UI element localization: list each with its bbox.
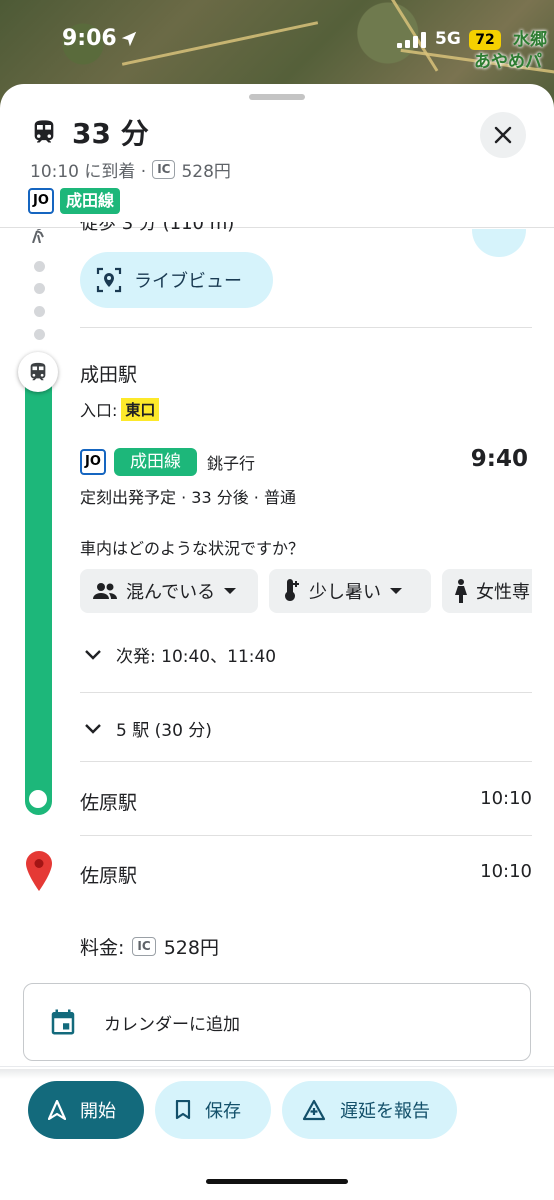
chevron-down-icon: [85, 649, 101, 660]
location-arrow-icon: [121, 31, 137, 47]
start-label: 開始: [80, 1101, 116, 1122]
intermediate-stops-expander[interactable]: 5 駅 (30 分): [84, 716, 212, 741]
home-indicator: [206, 1179, 348, 1184]
next-departures-expander[interactable]: 次発: 10:40、11:40: [84, 642, 276, 667]
crowding-question: 車内はどのような状況ですか？: [80, 539, 305, 558]
chip-temperature-label: 少し暑い: [309, 582, 381, 603]
walk-duration: 徒歩 3 分 (110 m): [80, 222, 235, 234]
feedback-chips: 混んでいる 少し暑い 女性専: [80, 569, 532, 615]
line-code-badge: JO: [28, 188, 54, 214]
train-icon: [34, 120, 54, 143]
walk-dot: [34, 283, 45, 294]
entrance-label: 入口:: [80, 401, 118, 420]
close-button[interactable]: [480, 112, 526, 158]
chevron-down-icon: [390, 588, 402, 594]
add-to-calendar-label: カレンダーに追加: [104, 1014, 240, 1035]
boarding-station[interactable]: 成田駅: [80, 360, 137, 387]
line-code-badge: JO: [80, 449, 106, 475]
chip-women-only[interactable]: 女性専: [442, 569, 532, 613]
show-map-button[interactable]: [472, 229, 526, 257]
chip-crowded[interactable]: 混んでいる: [80, 569, 258, 613]
status-bar: 9:06 5G 72: [0, 26, 554, 56]
train-destination: 銚子行: [207, 454, 256, 473]
bookmark-icon: [175, 1100, 191, 1120]
section-divider: [80, 835, 532, 836]
line-tags: JO 成田線: [28, 188, 121, 214]
departure-time: 9:40: [470, 446, 528, 472]
fare-row: 料金: IC 528円: [80, 933, 219, 960]
fare-label: 料金:: [80, 937, 125, 959]
alight-stop-marker: [29, 790, 47, 808]
alighting-station[interactable]: 佐原駅: [80, 788, 137, 815]
line-name-pill: 成田線: [60, 188, 121, 214]
action-bar-shadow: [0, 1069, 554, 1079]
people-icon: [93, 583, 117, 599]
walk-icon: [32, 229, 44, 243]
arrival-time: 10:10 に到着 ·: [30, 162, 147, 182]
train-stop-marker: [18, 352, 58, 392]
woman-icon: [455, 579, 467, 603]
arrival-summary: 10:10 に到着 · IC 528円: [30, 157, 231, 182]
close-icon: [494, 126, 512, 144]
report-delay-button[interactable]: 遅延を報告: [282, 1081, 457, 1139]
drag-handle[interactable]: [249, 94, 305, 100]
chip-temperature[interactable]: 少し暑い: [269, 569, 431, 613]
departure-info: 定刻出発予定 · 33 分後 · 普通: [80, 488, 296, 507]
report-delay-label: 遅延を報告: [340, 1101, 430, 1122]
live-view-icon: [96, 267, 122, 293]
add-to-calendar-button[interactable]: カレンダーに追加: [23, 983, 531, 1061]
next-departures-text: 次発: 10:40、11:40: [116, 647, 277, 667]
destination-station[interactable]: 佐原駅: [80, 861, 137, 888]
chevron-down-icon: [224, 588, 237, 594]
station-entrance: 入口: 東口: [80, 397, 160, 421]
line-name-pill: 成田線: [114, 448, 197, 476]
train-icon: [30, 362, 46, 381]
intermediate-stops-text: 5 駅 (30 分): [116, 721, 212, 741]
ic-card-icon: IC: [132, 937, 156, 956]
action-bar-divider: [0, 1066, 554, 1067]
section-divider: [80, 327, 532, 328]
destination-time: 10:10: [480, 861, 532, 882]
section-divider: [80, 761, 532, 762]
ic-card-icon: IC: [152, 160, 176, 179]
destination-pin-icon: [26, 851, 52, 891]
trip-duration: 33 分: [72, 117, 149, 150]
departure-line-row: JO 成田線 銚子行: [80, 448, 255, 476]
walk-dot: [34, 306, 45, 317]
live-view-label: ライブビュー: [134, 271, 242, 292]
save-label: 保存: [205, 1101, 241, 1122]
route-detail-sheet: 33 分 10:10 に到着 · IC 528円 JO 成田線 徒歩 3 分 (…: [0, 84, 554, 1200]
walk-dot: [34, 329, 45, 340]
navigation-arrow-icon: [48, 1100, 66, 1120]
thermometer-icon: [285, 579, 299, 601]
route-line: [25, 370, 52, 815]
chevron-down-icon: [85, 723, 101, 734]
chip-crowded-label: 混んでいる: [126, 582, 216, 603]
header-fare: 528円: [181, 162, 231, 182]
warning-plus-icon: [302, 1099, 326, 1121]
save-button[interactable]: 保存: [155, 1081, 271, 1139]
fare-amount: 528円: [163, 937, 219, 959]
signal-bars-icon: [397, 32, 426, 48]
network-type: 5G: [435, 29, 461, 49]
entrance-name: 東口: [121, 397, 160, 421]
battery-indicator: 72: [469, 30, 501, 50]
start-navigation-button[interactable]: 開始: [28, 1081, 144, 1139]
status-time: 9:06: [62, 26, 117, 51]
alighting-time: 10:10: [480, 788, 532, 809]
chip-women-only-label: 女性専: [476, 582, 530, 603]
walk-dot: [34, 261, 45, 272]
live-view-button[interactable]: ライブビュー: [80, 252, 273, 308]
section-divider: [80, 692, 532, 693]
calendar-icon: [51, 1009, 75, 1035]
